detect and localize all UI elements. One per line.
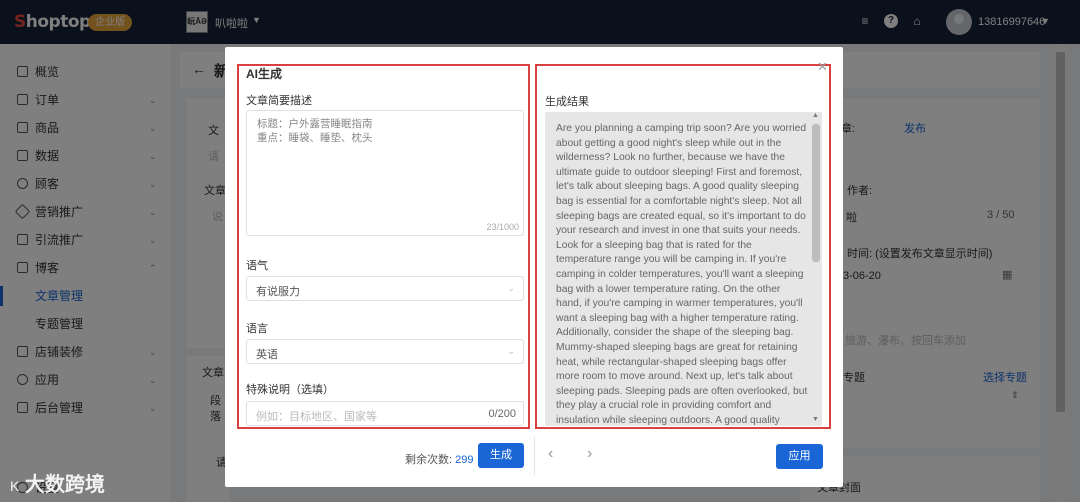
result-textarea[interactable]: Are you planning a camping trip soon? Ar… [545, 112, 822, 426]
summary-char-count: 23/1000 [486, 222, 519, 232]
language-label: 语言 [246, 323, 268, 335]
chevron-down-icon: ⌄ [507, 283, 515, 293]
language-select[interactable]: 英语 ⌄ [246, 339, 524, 364]
remaining-label: 剩余次数: [405, 454, 453, 466]
apply-button[interactable]: 应用 [776, 444, 823, 469]
result-scrollbar-thumb[interactable] [812, 124, 820, 262]
generate-button[interactable]: 生成 [478, 443, 524, 468]
tone-label: 语气 [246, 260, 268, 272]
tone-select[interactable]: 有说服力 ⌄ [246, 276, 524, 301]
summary-text: 标题：户外露营睡眠指南 重点：睡袋、睡垫、枕头 [257, 118, 373, 144]
scroll-up-icon[interactable]: ▲ [812, 112, 819, 119]
chevron-right-icon[interactable]: › [587, 445, 592, 463]
remaining-count: 299 [455, 454, 474, 466]
summary-label: 文章简要描述 [246, 95, 312, 107]
special-notes-label: 特殊说明（选填） [246, 384, 334, 396]
language-select-value: 英语 [256, 349, 278, 361]
dialog-title: AI生成 [246, 67, 283, 81]
summary-textarea[interactable]: 标题：户外露营睡眠指南 重点：睡袋、睡垫、枕头 23/1000 [246, 110, 524, 236]
watermark-logo: K [10, 478, 20, 494]
close-icon[interactable]: ✕ [817, 60, 828, 73]
chevron-down-icon: ⌄ [507, 346, 515, 356]
special-notes-char-count: 0/200 [488, 408, 516, 420]
scroll-down-icon[interactable]: ▼ [812, 416, 819, 423]
tone-select-value: 有说服力 [256, 286, 300, 298]
result-text: Are you planning a camping trip soon? Ar… [556, 123, 808, 426]
special-notes-input[interactable]: 例如：目标地区、国家等 0/200 [246, 401, 524, 426]
watermark-text: 大数跨境 [24, 474, 105, 496]
remaining-count-label: 剩余次数: 299 [405, 451, 473, 467]
chevron-left-icon[interactable]: ‹ [548, 445, 553, 463]
special-notes-placeholder: 例如：目标地区、国家等 [256, 411, 377, 423]
result-label: 生成结果 [545, 96, 589, 108]
watermark: K 大数跨境 [10, 468, 105, 497]
footer-divider [534, 437, 535, 475]
